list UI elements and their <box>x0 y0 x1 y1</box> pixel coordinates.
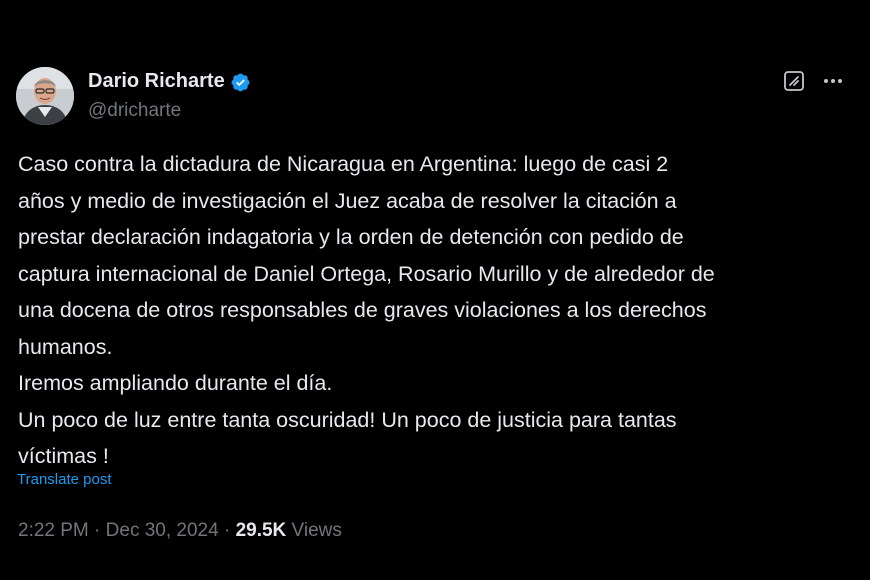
tweet-meta: 2:22 PM · Dec 30, 2024 · 29.5K Views <box>18 520 342 542</box>
tweet-text-line: años y medio de investigación el Juez ac… <box>18 188 677 213</box>
author-name-row[interactable]: Dario Richarte <box>88 70 251 93</box>
post-date[interactable]: Dec 30, 2024 <box>106 520 219 541</box>
tweet-text-line: prestar declaración indagatoria y la ord… <box>18 225 684 249</box>
tweet-text: Caso contra la dictadura de Nicaragua en… <box>18 146 858 475</box>
tweet-text-line: Un poco de luz entre tanta oscuridad! Un… <box>18 407 677 432</box>
tweet-text-line: humanos. <box>18 334 113 359</box>
grok-icon[interactable] <box>783 70 805 92</box>
avatar[interactable] <box>16 67 74 125</box>
author-name[interactable]: Dario Richarte <box>88 70 225 93</box>
post-time[interactable]: 2:22 PM <box>18 520 89 541</box>
views-label: Views <box>286 520 342 541</box>
avatar-photo <box>16 67 74 125</box>
more-options-icon[interactable] <box>821 70 845 92</box>
meta-separator: · <box>218 520 236 541</box>
translate-post-link[interactable]: Translate post <box>17 471 112 488</box>
tweet-text-line: Caso contra la dictadura de Nicaragua en… <box>18 152 669 176</box>
tweet-text-line: una docena de otros responsables de grav… <box>18 298 707 322</box>
verified-badge-icon[interactable] <box>230 72 251 93</box>
meta-separator: · <box>88 520 106 541</box>
tweet-text-line: Iremos ampliando durante el día. <box>18 371 333 395</box>
tweet-text-line: víctimas ! <box>18 444 109 468</box>
author-handle[interactable]: @dricharte <box>88 100 181 122</box>
views-count: 29.5K <box>235 520 287 541</box>
tweet: Dario Richarte @dricharte Caso contra la… <box>0 0 870 580</box>
tweet-text-line: captura internacional de Daniel Ortega, … <box>18 261 715 286</box>
